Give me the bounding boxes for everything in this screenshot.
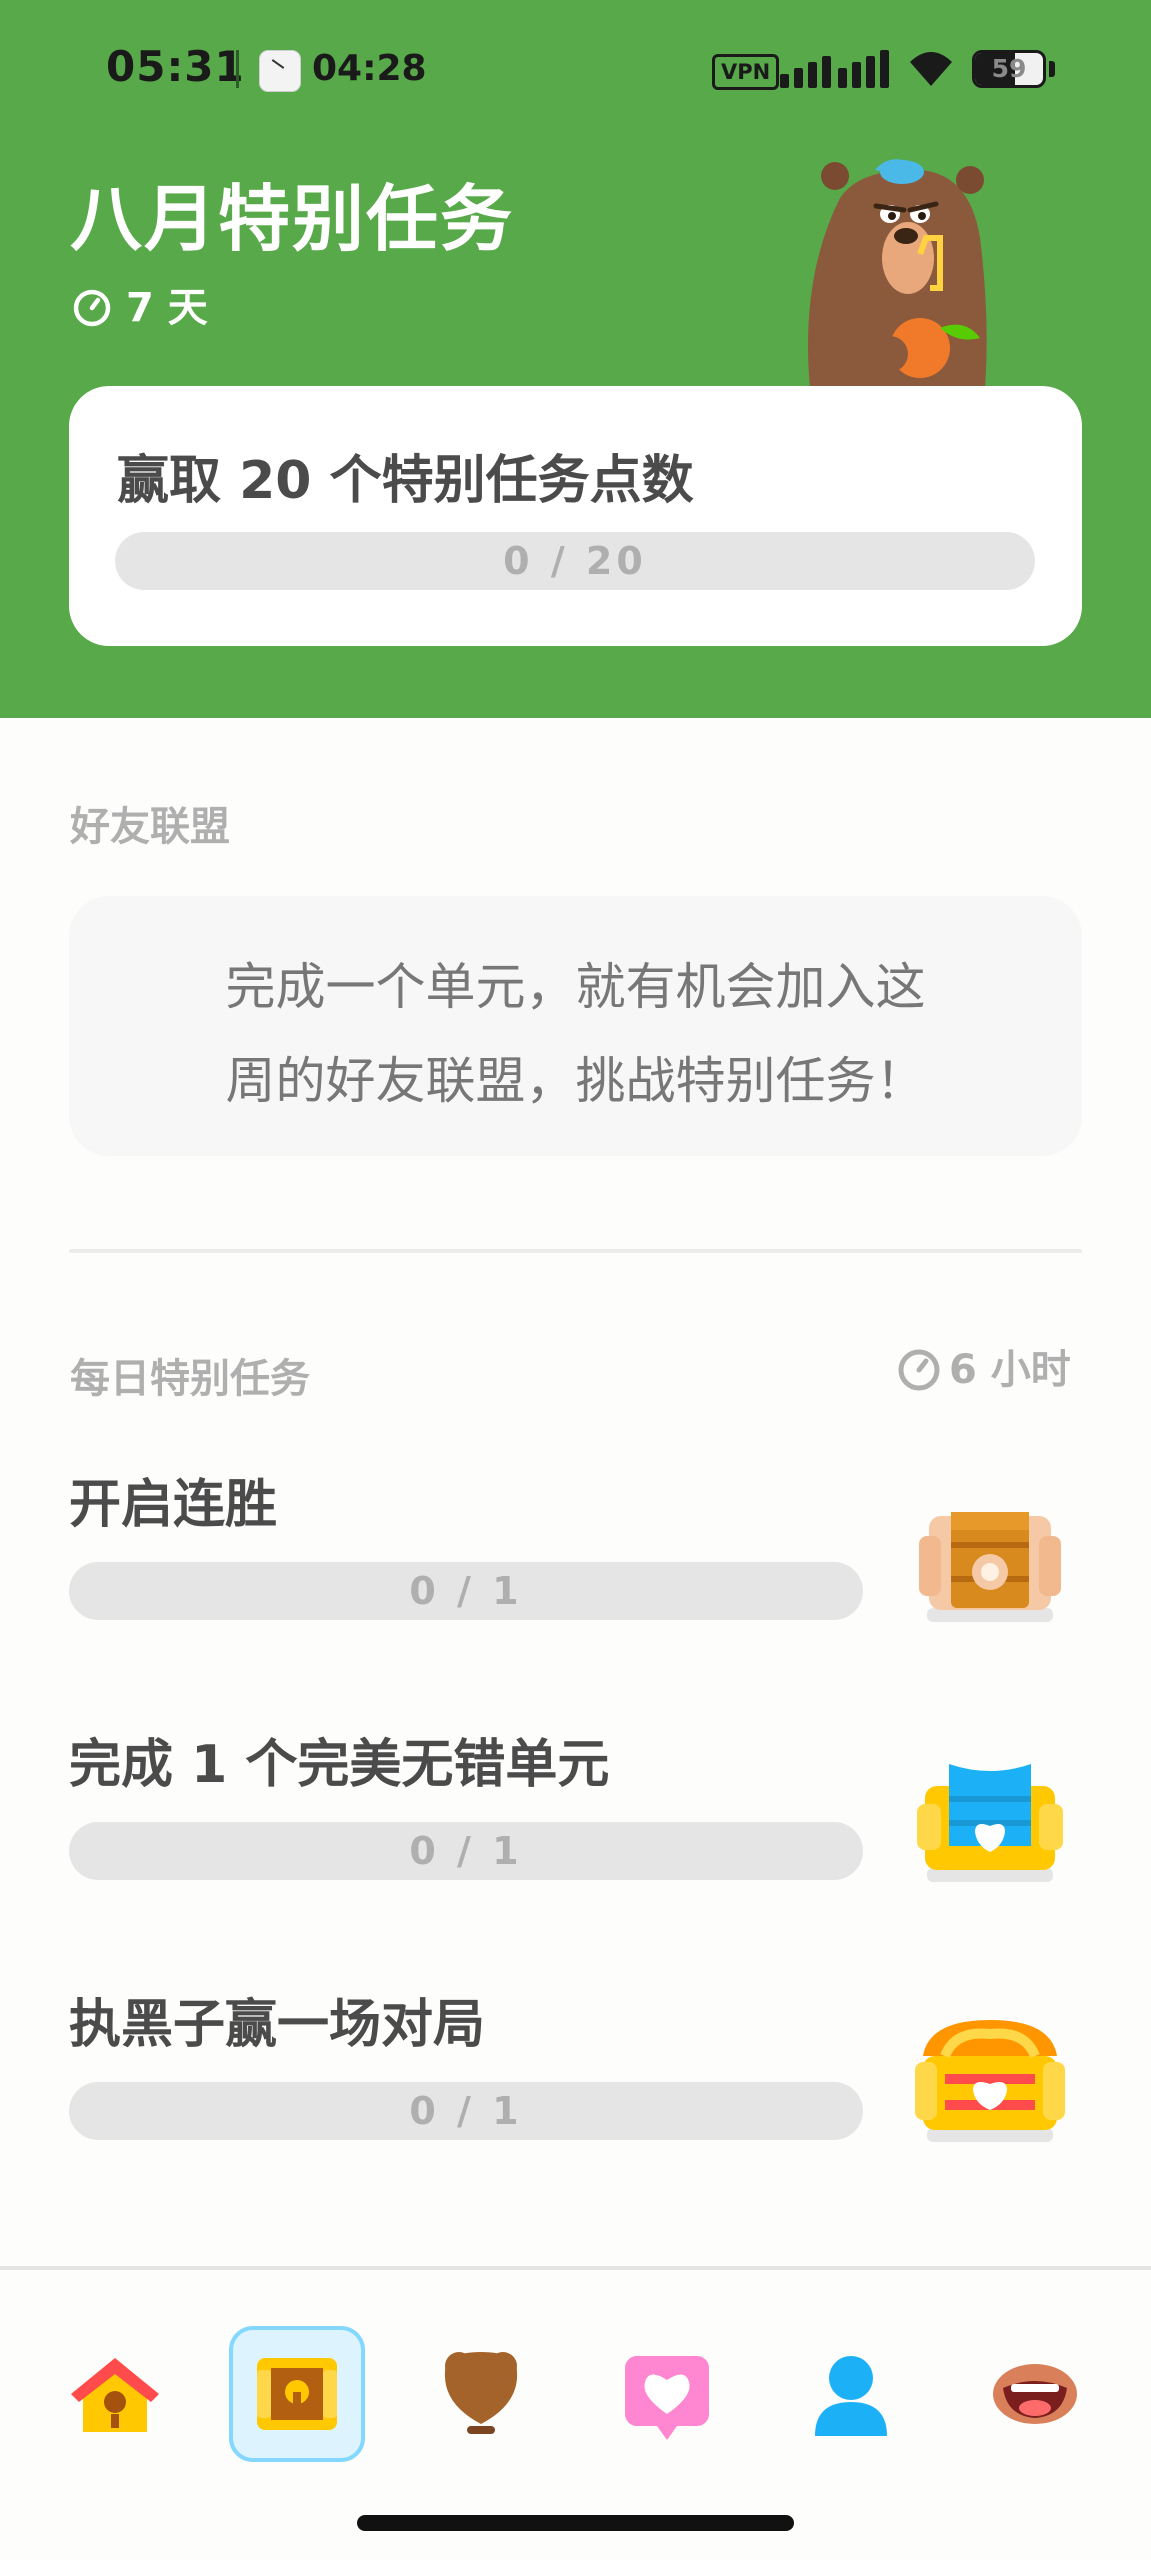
daily-quest-item[interactable]: 开启连胜 0 / 1 — [69, 1462, 1082, 1662]
profile-icon — [815, 2356, 887, 2436]
nav-home[interactable] — [47, 2326, 183, 2462]
nav-friends[interactable] — [599, 2326, 735, 2462]
quest-title: 开启连胜 — [69, 1475, 278, 1535]
status-separator — [236, 50, 239, 88]
friends-quest-info: 完成一个单元，就有机会加入这 周的好友联盟，挑战特别任务！ — [69, 896, 1082, 1156]
more-icon — [993, 2364, 1077, 2424]
gold-chest-icon[interactable] — [915, 2016, 1065, 2146]
daily-time-left: 6 小时 — [949, 1347, 1071, 1393]
nav-profile[interactable] — [783, 2326, 919, 2462]
status-timer: 04:28 — [312, 48, 427, 89]
monthly-quest-title: 赢取 20 个特别任务点数 — [117, 451, 694, 511]
friends-message: 完成一个单元，就有机会加入这 周的好友联盟，挑战特别任务！ — [129, 940, 1022, 1128]
app-notification-icon — [259, 50, 301, 92]
battery-icon: 59 — [972, 50, 1046, 88]
nav-leaderboard[interactable] — [413, 2326, 549, 2462]
days-left: 7 天 — [126, 285, 208, 331]
nav-more[interactable] — [967, 2326, 1103, 2462]
home-icon — [71, 2358, 159, 2432]
quest-progress-bar: 0 / 1 — [69, 1822, 863, 1880]
silver-chest-icon[interactable] — [915, 1756, 1065, 1886]
home-indicator[interactable] — [357, 2515, 794, 2531]
quest-progress-text: 0 / 1 — [409, 2089, 523, 2133]
quest-progress-text: 0 / 1 — [409, 1569, 523, 1613]
daily-quest-item[interactable]: 完成 1 个完美无错单元 0 / 1 — [69, 1722, 1082, 1922]
section-divider — [69, 1249, 1082, 1253]
friends-section-label: 好友联盟 — [70, 804, 230, 850]
clock-icon — [73, 289, 111, 327]
status-time: 05:31 — [106, 42, 245, 91]
wifi-icon — [910, 52, 952, 86]
friends-message-line-2: 周的好友联盟，挑战特别任务！ — [225, 1052, 926, 1110]
leaderboard-shield-icon — [444, 2352, 518, 2434]
friends-message-line-1: 完成一个单元，就有机会加入这 — [225, 958, 926, 1016]
quests-chest-icon — [257, 2358, 337, 2430]
daily-quest-item[interactable]: 执黑子赢一场对局 0 / 1 — [69, 1982, 1082, 2182]
bronze-chest-icon[interactable] — [915, 1496, 1065, 1626]
quest-progress-bar: 0 / 1 — [69, 2082, 863, 2140]
quest-title: 执黑子赢一场对局 — [69, 1995, 486, 2055]
quests-header: 05:31 04:28 VPN 59 八月特别任务 7 天 赢取 20 个特别任… — [0, 0, 1151, 718]
monthly-progress-text: 0 / 20 — [503, 539, 647, 583]
vpn-badge: VPN — [712, 54, 780, 90]
nav-quests[interactable] — [229, 2326, 365, 2462]
page-title: 八月特别任务 — [70, 177, 515, 261]
quest-progress-text: 0 / 1 — [409, 1829, 523, 1873]
quest-progress-bar: 0 / 1 — [69, 1562, 863, 1620]
friends-heart-icon — [625, 2356, 709, 2440]
quest-title: 完成 1 个完美无错单元 — [69, 1735, 610, 1795]
battery-tip — [1049, 61, 1055, 77]
battery-percent: 59 — [991, 54, 1027, 83]
cellular-signal-icon — [780, 48, 890, 88]
monthly-progress-bar: 0 / 20 — [115, 532, 1035, 590]
bear-mascot-illustration — [808, 159, 987, 388]
monthly-quest-card[interactable]: 赢取 20 个特别任务点数 0 / 20 — [69, 386, 1082, 646]
clock-icon — [898, 1349, 940, 1391]
daily-section-label: 每日特别任务 — [70, 1356, 310, 1402]
